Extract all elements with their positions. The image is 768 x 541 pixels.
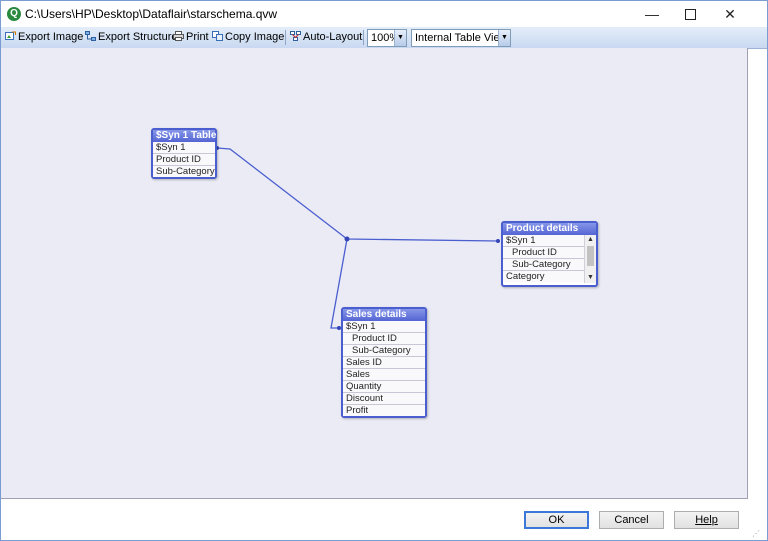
toolbar-separator	[285, 30, 286, 45]
table-field[interactable]: Category	[503, 270, 584, 282]
copy-image-button[interactable]: Copy Image	[212, 30, 284, 45]
toolbar-separator	[363, 30, 364, 45]
link-port	[496, 239, 500, 243]
table-field[interactable]: Sub-Category	[503, 258, 584, 270]
print-button[interactable]: Print	[173, 30, 209, 45]
scroll-up-icon[interactable]: ▲	[585, 235, 596, 245]
export-image-label: Export Image	[18, 31, 84, 43]
table-title: Sales details	[343, 309, 425, 321]
table-sales-details[interactable]: Sales details $Syn 1 Product ID Sub-Cate…	[341, 307, 427, 418]
view-dropdown[interactable]: Internal Table View ▼	[411, 29, 511, 47]
table-field[interactable]: Sub-Category	[343, 344, 425, 356]
cancel-button[interactable]: Cancel	[599, 511, 664, 529]
scroll-down-icon[interactable]: ▼	[585, 273, 596, 283]
table-field[interactable]: Profit	[343, 404, 425, 416]
scroll-thumb[interactable]	[587, 246, 594, 266]
table-title: $Syn 1 Table	[153, 130, 216, 142]
table-field-list: $Syn 1 Product ID Sub-Category Category …	[503, 235, 596, 283]
title-bar: Q C:\Users\HP\Desktop\Dataflair\starsche…	[1, 1, 767, 27]
ok-button[interactable]: OK	[524, 511, 589, 529]
export-image-icon	[5, 31, 16, 40]
table-product-details[interactable]: Product details $Syn 1 Product ID Sub-Ca…	[501, 221, 598, 287]
export-image-button[interactable]: Export Image	[5, 30, 83, 45]
chevron-down-icon[interactable]: ▼	[394, 30, 406, 46]
toolbar: Export Image Export Structure Print Copy…	[1, 27, 767, 49]
table-links	[215, 146, 500, 330]
table-field[interactable]: Product ID	[503, 246, 584, 258]
minimize-icon: —	[645, 6, 659, 22]
close-icon: ✕	[724, 6, 736, 22]
table-field[interactable]: Product ID	[343, 332, 425, 344]
table-field[interactable]: $Syn 1	[503, 235, 584, 246]
close-button[interactable]: ✕	[707, 1, 753, 27]
table-title: Product details	[503, 223, 596, 235]
resize-grip-icon[interactable]: ⋰	[752, 529, 762, 539]
export-structure-label: Export Structure	[98, 31, 178, 43]
copy-image-icon	[212, 31, 223, 41]
zoom-dropdown[interactable]: 100% ▼	[367, 29, 407, 47]
table-field[interactable]: Sub-Category	[153, 165, 215, 177]
view-value: Internal Table View	[415, 32, 508, 44]
table-field[interactable]: Quantity	[343, 380, 425, 392]
table-field[interactable]: Sales ID	[343, 356, 425, 368]
auto-layout-icon	[290, 31, 301, 41]
chevron-down-icon[interactable]: ▼	[498, 30, 510, 46]
window-title: C:\Users\HP\Desktop\Dataflair\starschema…	[25, 7, 278, 21]
print-label: Print	[186, 31, 209, 43]
table-field[interactable]: Sales	[343, 368, 425, 380]
table-scrollbar[interactable]: ▲ ▼	[584, 235, 596, 283]
table-field[interactable]: Discount	[343, 392, 425, 404]
export-structure-button[interactable]: Export Structure	[85, 30, 177, 45]
table-viewer-canvas[interactable]: $Syn 1 Table $Syn 1 Product ID Sub-Categ…	[1, 48, 748, 499]
auto-layout-button[interactable]: Auto-Layout	[290, 30, 362, 45]
help-button[interactable]: Help	[674, 511, 739, 529]
copy-image-label: Copy Image	[225, 31, 285, 43]
link-junction	[344, 236, 350, 242]
maximize-icon	[684, 8, 696, 20]
auto-layout-label: Auto-Layout	[303, 31, 363, 43]
table-field[interactable]: Product ID	[153, 153, 215, 165]
table-field[interactable]: $Syn 1	[343, 321, 425, 332]
table-field[interactable]: $Syn 1	[153, 142, 215, 153]
export-structure-icon	[85, 31, 96, 41]
link-syn-to-product	[216, 147, 499, 242]
qlikview-app-icon: Q	[7, 7, 21, 21]
table-syn-1[interactable]: $Syn 1 Table $Syn 1 Product ID Sub-Categ…	[151, 128, 217, 179]
printer-icon	[173, 31, 184, 41]
